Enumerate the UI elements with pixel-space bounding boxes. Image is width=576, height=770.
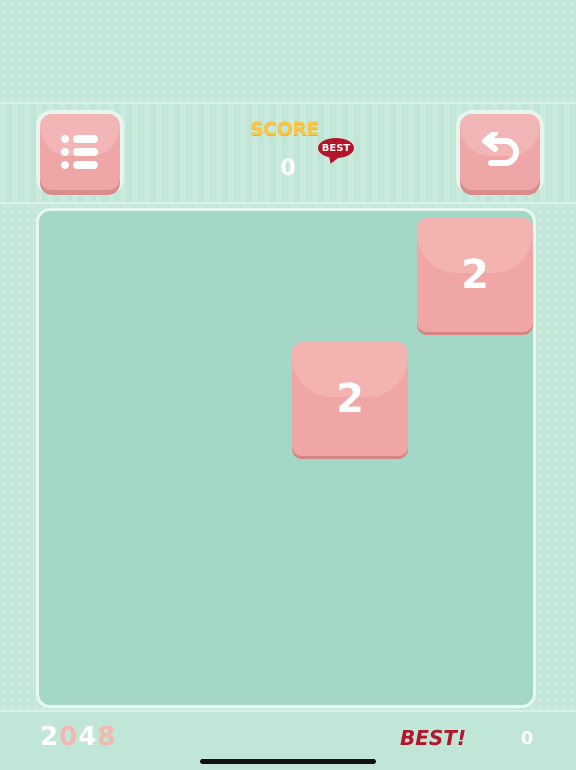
undo-arrow-icon xyxy=(482,132,519,166)
score-label: SCORE xyxy=(250,118,319,140)
menu-button[interactable] xyxy=(40,114,120,190)
logo-digit: 4 xyxy=(78,722,98,752)
tile-value: 2 xyxy=(336,376,364,422)
undo-button[interactable] xyxy=(460,114,540,190)
logo-digit: 8 xyxy=(97,722,117,752)
game-board[interactable]: 2 2 xyxy=(36,208,536,708)
best-label: BEST! xyxy=(400,726,467,750)
score-value: 0 xyxy=(280,156,296,181)
best-badge: BEST xyxy=(318,138,354,158)
tile-value: 2 xyxy=(461,252,489,298)
list-menu-icon xyxy=(61,135,98,169)
logo-digit: 2 xyxy=(40,722,60,752)
game-logo: 2048 xyxy=(40,722,116,752)
tile: 2 xyxy=(292,342,408,456)
tile: 2 xyxy=(417,218,533,332)
best-value: 0 xyxy=(520,728,534,749)
logo-digit: 0 xyxy=(59,722,79,752)
home-indicator[interactable] xyxy=(200,759,376,764)
